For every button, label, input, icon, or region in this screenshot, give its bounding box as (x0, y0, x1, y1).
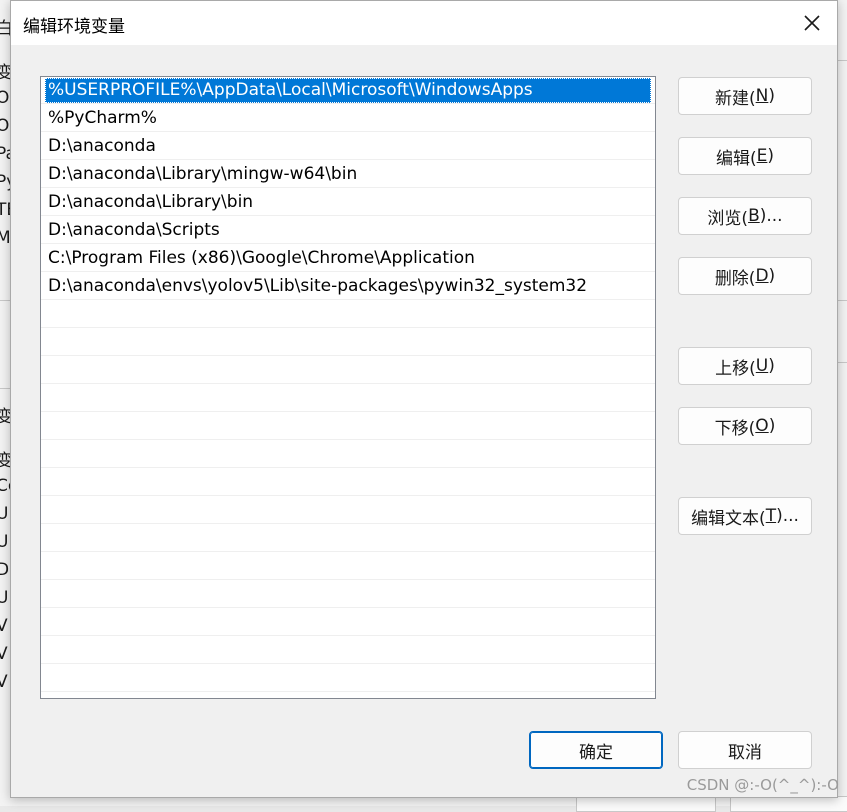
button-label: 编辑文本( (691, 508, 766, 529)
close-button[interactable] (787, 1, 837, 45)
edit-button[interactable]: 编辑(E) (678, 137, 812, 175)
ok-button[interactable]: 确定 (529, 731, 663, 769)
list-item[interactable]: C:\Program Files (x86)\Google\Chrome\App… (41, 245, 655, 272)
list-item-text: D:\anaconda (48, 136, 156, 156)
list-item[interactable] (41, 329, 655, 356)
background-text: V (0, 672, 8, 692)
button-label: 上移( (715, 358, 756, 379)
access-key: U (755, 356, 769, 376)
list-item[interactable] (41, 553, 655, 580)
list-item[interactable] (41, 693, 655, 698)
button-label: ) (768, 416, 776, 436)
list-item[interactable] (41, 385, 655, 412)
browse-button[interactable]: 浏览(B)... (678, 197, 812, 235)
list-item[interactable] (41, 357, 655, 384)
access-key: D (755, 266, 769, 286)
access-key: N (755, 86, 769, 106)
access-key: O (755, 416, 769, 436)
list-item-text: C:\Program Files (x86)\Google\Chrome\App… (48, 248, 475, 268)
button-label: 下移( (714, 418, 756, 439)
list-item-text: D:\anaconda\Library\bin (48, 192, 254, 212)
edit-text-button[interactable]: 编辑文本(T)... (678, 497, 812, 535)
path-list[interactable]: %USERPROFILE%\AppData\Local\Microsoft\Wi… (40, 76, 656, 699)
delete-button[interactable]: 删除(D) (678, 257, 812, 295)
button-label: ) (768, 86, 775, 106)
button-label: )... (776, 506, 799, 526)
access-key: T (765, 506, 777, 526)
list-item[interactable]: D:\anaconda (41, 133, 655, 160)
list-item-text: D:\anaconda\Library\mingw-w64\bin (48, 164, 358, 184)
background-button (576, 796, 716, 812)
list-item[interactable] (41, 469, 655, 496)
background-text: U (0, 504, 9, 524)
list-item[interactable]: %USERPROFILE%\AppData\Local\Microsoft\Wi… (41, 77, 655, 104)
edit-environment-variable-dialog: 编辑环境变量 %USERPROFILE%\AppData\Local\Micro… (10, 0, 838, 798)
list-item-text: %PyCharm% (48, 108, 157, 128)
background-text: U (0, 532, 9, 552)
list-item[interactable]: D:\anaconda\envs\yolov5\Lib\site-package… (41, 273, 655, 300)
list-item[interactable]: %PyCharm% (41, 105, 655, 132)
button-label: ) (767, 146, 775, 166)
background-text: V (0, 616, 8, 636)
access-key: E (756, 146, 768, 166)
list-item[interactable] (41, 637, 655, 664)
close-icon (804, 15, 820, 31)
list-item-text: %USERPROFILE%\AppData\Local\Microsoft\Wi… (48, 80, 533, 100)
button-label: 编辑( (715, 148, 757, 169)
background-text: V (0, 644, 8, 664)
list-item[interactable]: D:\anaconda\Scripts (41, 217, 655, 244)
button-label: ) (768, 266, 776, 286)
list-item[interactable] (41, 609, 655, 636)
new-button[interactable]: 新建(N) (678, 77, 812, 115)
dialog-title: 编辑环境变量 (23, 17, 125, 37)
background-text: U (0, 588, 9, 608)
button-label: ) (768, 356, 775, 376)
background-divider (0, 300, 10, 301)
list-item-text: D:\anaconda\Scripts (48, 220, 220, 240)
list-item[interactable] (41, 413, 655, 440)
move-up-button[interactable]: 上移(U) (678, 347, 812, 385)
button-label: 浏览( (707, 208, 749, 229)
list-item[interactable]: D:\anaconda\Library\bin (41, 189, 655, 216)
list-item[interactable]: D:\anaconda\Library\mingw-w64\bin (41, 161, 655, 188)
list-item-text: D:\anaconda\envs\yolov5\Lib\site-package… (48, 276, 588, 296)
list-item[interactable] (41, 525, 655, 552)
list-item[interactable] (41, 301, 655, 328)
background-button (730, 796, 847, 812)
list-item[interactable] (41, 581, 655, 608)
button-label: 新建( (715, 88, 756, 109)
title-bar: 编辑环境变量 (11, 1, 837, 45)
button-label: )... (759, 206, 783, 226)
list-item[interactable] (41, 441, 655, 468)
button-label: 删除( (714, 268, 756, 289)
cancel-button[interactable]: 取消 (678, 731, 812, 769)
background-divider (0, 388, 10, 389)
list-item[interactable] (41, 497, 655, 524)
move-down-button[interactable]: 下移(O) (678, 407, 812, 445)
access-key: B (748, 206, 760, 226)
watermark: CSDN @:-O(^_^):-O (686, 776, 839, 794)
list-item[interactable] (41, 665, 655, 692)
